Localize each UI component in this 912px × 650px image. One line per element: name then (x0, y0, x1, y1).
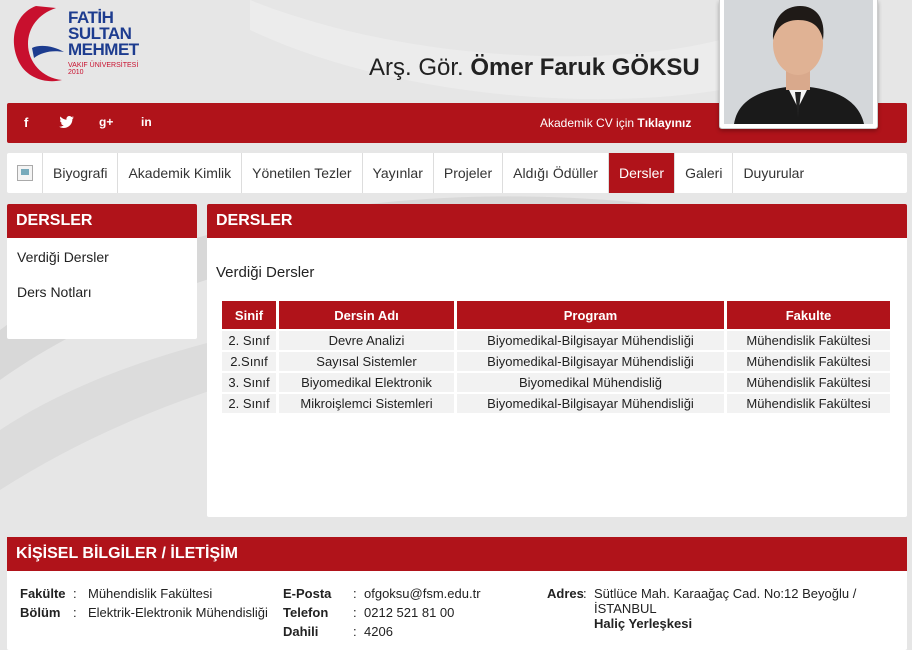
table-cell: Biyomedikal Elektronik (279, 373, 454, 392)
table-cell: Mühendislik Fakültesi (727, 394, 890, 413)
tab-galeri[interactable]: Galeri (675, 153, 734, 193)
table-cell: Devre Analizi (279, 331, 454, 350)
address-value: Sütlüce Mah. Karaağaç Cad. No:12 Beyoğlu… (594, 586, 856, 631)
facebook-icon[interactable]: f (24, 115, 28, 130)
broken-image-icon (16, 165, 33, 181)
table-cell: Sayısal Sistemler (279, 352, 454, 371)
phone-value: 0212 521 81 00 (364, 605, 455, 620)
tab-duyurular[interactable]: Duyurular (733, 153, 814, 193)
profile-photo-frame (719, 0, 878, 129)
table-row: 2. Sınıf Devre Analizi Biyomedikal-Bilgi… (222, 331, 890, 350)
cv-link-label[interactable]: Tıklayınız (637, 116, 691, 130)
page-title: Arş. Gör. Ömer Faruk GÖKSU (369, 54, 700, 82)
faculty-label: Fakülte (20, 586, 66, 601)
courses-panel: DERSLER Verdiği Dersler Sinif Dersin Adı… (207, 204, 907, 517)
person-name: Ömer Faruk GÖKSU (470, 54, 700, 81)
table-cell: 2. Sınıf (222, 394, 276, 413)
extension-value: 4206 (364, 624, 393, 639)
department-label: Bölüm (20, 605, 61, 620)
courses-panel-title: DERSLER (207, 204, 907, 238)
tab-aldigi-oduller[interactable]: Aldığı Ödüller (503, 153, 609, 193)
side-menu-title: DERSLER (7, 204, 197, 238)
email-link[interactable]: ofgoksu@fsm.edu.tr (364, 586, 481, 601)
extension-label: Dahili (283, 624, 319, 639)
tab-yayinlar[interactable]: Yayınlar (363, 153, 434, 193)
personal-info-title: KİŞİSEL BİLGİLER / İLETİŞİM (7, 537, 907, 571)
table-cell: Biyomedikal-Bilgisayar Mühendisliği (457, 352, 724, 371)
table-cell: Mühendislik Fakültesi (727, 373, 890, 392)
personal-info-panel: KİŞİSEL BİLGİLER / İLETİŞİM Fakülte : Mü… (7, 537, 907, 650)
colon: : (583, 586, 587, 601)
table-row: 2.Sınıf Sayısal Sistemler Biyomedikal-Bi… (222, 352, 890, 371)
address-line-1: Sütlüce Mah. Karaağaç Cad. No:12 Beyoğlu… (594, 586, 857, 601)
table-cell: 2. Sınıf (222, 331, 276, 350)
courses-table: Sinif Dersin Adı Program Fakulte 2. Sını… (219, 299, 893, 415)
academic-title: Arş. Gör. (369, 54, 464, 81)
side-item-ders-notlari[interactable]: Ders Notları (7, 275, 197, 310)
side-menu: DERSLER Verdiği Dersler Ders Notları (7, 204, 197, 339)
linkedin-icon[interactable]: in (141, 115, 152, 129)
colon: : (353, 586, 357, 601)
twitter-icon[interactable] (59, 116, 74, 131)
tab-biyografi[interactable]: Biyografi (43, 153, 119, 193)
side-item-verdigi-dersler[interactable]: Verdiği Dersler (7, 240, 197, 275)
tab-dersler[interactable]: Dersler (608, 153, 676, 193)
email-label: E-Posta (283, 586, 332, 601)
table-cell: Biyomedikal-Bilgisayar Mühendisliği (457, 394, 724, 413)
logo-wordmark: FATİH SULTAN MEHMET (68, 9, 139, 59)
column-header: Sinif (222, 301, 276, 329)
colon: : (353, 605, 357, 620)
tab-projeler[interactable]: Projeler (434, 153, 504, 193)
logo-emblem-icon (13, 6, 64, 82)
colon: : (73, 586, 77, 601)
table-cell: Mühendislik Fakültesi (727, 331, 890, 350)
colon: : (73, 605, 77, 620)
google-plus-icon[interactable]: g+ (99, 115, 113, 129)
table-cell: Biyomedikal Mühendisliğ (457, 373, 724, 392)
address-line-3: Haliç Yerleşkesi (594, 616, 693, 631)
cv-text: Akademik CV için (540, 116, 635, 130)
table-cell: Biyomedikal-Bilgisayar Mühendisliği (457, 331, 724, 350)
table-row: 3. Sınıf Biyomedikal Elektronik Biyomedi… (222, 373, 890, 392)
section-subtitle: Verdiği Dersler (216, 264, 315, 281)
table-cell: Mikroişlemci Sistemleri (279, 394, 454, 413)
logo-sub-2: 2010 (68, 69, 84, 76)
main-nav: Biyografi Akademik Kimlik Yönetilen Tezl… (7, 153, 907, 193)
nav-home[interactable] (7, 153, 43, 193)
column-header: Fakulte (727, 301, 890, 329)
table-cell: 2.Sınıf (222, 352, 276, 371)
profile-photo (724, 0, 873, 124)
tab-yonetilen-tezler[interactable]: Yönetilen Tezler (242, 153, 363, 193)
academic-cv-link[interactable]: Akademik CV için Tıklayınız (540, 116, 691, 130)
table-cell: Mühendislik Fakültesi (727, 352, 890, 371)
table-row: 2. Sınıf Mikroişlemci Sistemleri Biyomed… (222, 394, 890, 413)
colon: : (353, 624, 357, 639)
address-label: Adres (547, 586, 584, 601)
phone-label: Telefon (283, 605, 329, 620)
column-header: Program (457, 301, 724, 329)
table-cell: 3. Sınıf (222, 373, 276, 392)
faculty-value: Mühendislik Fakültesi (88, 586, 213, 601)
address-line-2: İSTANBUL (594, 601, 657, 616)
department-value: Elektrik-Elektronik Mühendisliği (88, 605, 268, 620)
university-logo[interactable]: FATİH SULTAN MEHMET VAKIF ÜNİVERSİTESİ 2… (6, 2, 156, 86)
table-header-row: Sinif Dersin Adı Program Fakulte (222, 301, 890, 329)
logo-subtitle: VAKIF ÜNİVERSİTESİ 2010 (68, 62, 138, 76)
logo-line-3: MEHMET (68, 40, 139, 59)
tab-akademik-kimlik[interactable]: Akademik Kimlik (118, 153, 243, 193)
logo-sub-1: VAKIF ÜNİVERSİTESİ (68, 62, 139, 69)
column-header: Dersin Adı (279, 301, 454, 329)
